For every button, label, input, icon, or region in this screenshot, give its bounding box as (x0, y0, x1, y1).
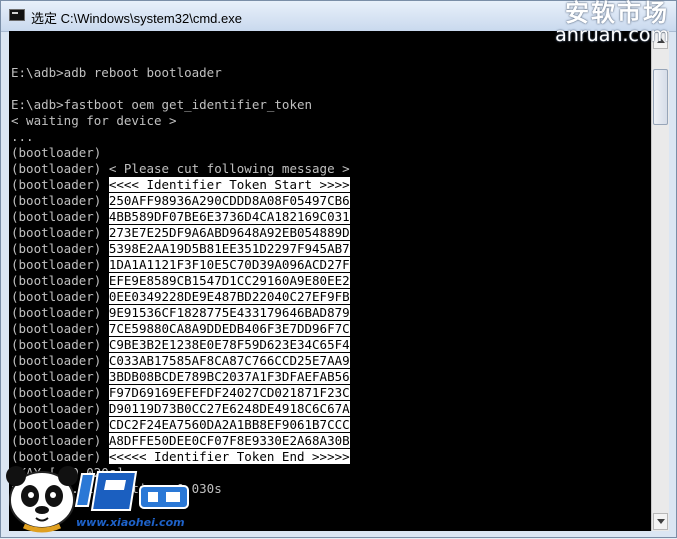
watermark-anruan-en: anruan.com (555, 24, 669, 46)
console-line: ... (11, 129, 350, 145)
console-line-text: < Please cut following message > (108, 161, 350, 176)
console-line-selected-text: EFE9E8589CB1547D1CC29160A9E80EE2 (108, 273, 350, 288)
watermark-url: www.xiaohei.com (76, 516, 185, 529)
console-line-selected-text: 250AFF98936A290CDDD8A08F05497CB6 (108, 193, 350, 208)
console-line-selected-text: <<<< Identifier Token Start >>>> (108, 177, 350, 192)
console-line: (bootloader) <<<< Identifier Token Start… (11, 177, 350, 193)
console-line-prefix: (bootloader) (11, 193, 109, 208)
console-line: (bootloader) F97D69169EFEFDF24027CD02187… (11, 385, 350, 401)
scrollbar-thumb[interactable] (653, 69, 668, 125)
console-line: (bootloader) 5398E2AA19D5B81EE351D2297F9… (11, 241, 350, 257)
console-line-selected-text: 4BB589DF07BE6E3736D4CA182169C031 (108, 209, 350, 224)
console-line-selected-text: 0EE0349228DE9E487BD22040C27EF9FB (108, 289, 350, 304)
console-line-prefix: (bootloader) (11, 369, 109, 384)
console-output: E:\adb>adb reboot bootloader E:\adb>fastb… (11, 49, 350, 497)
console-line-prefix: (bootloader) (11, 417, 109, 432)
console-line-selected-text: 9E91536CF1828775E433179646BAD879 (108, 305, 350, 320)
console-line-prefix: (bootloader) (11, 273, 109, 288)
console-line-prefix: (bootloader) (11, 225, 109, 240)
console-line-prefix: (bootloader) (11, 337, 109, 352)
console-line: (bootloader) 0EE0349228DE9E487BD22040C27… (11, 289, 350, 305)
console-line: (bootloader) < Please cut following mess… (11, 161, 350, 177)
watermark-anruan-cn: 安软市场 (565, 0, 669, 27)
console-line-prefix: (bootloader) (11, 161, 109, 176)
console-line: (bootloader) D90119D73B0CC27E6248DE4918C… (11, 401, 350, 417)
console-line-selected-text: C9BE3B2E1238E0E78F59D623E34C65F4 (108, 337, 350, 352)
console-line: (bootloader) <<<<< Identifier Token End … (11, 449, 350, 465)
console-area[interactable]: E:\adb>adb reboot bootloader E:\adb>fastb… (9, 31, 651, 531)
console-line-prefix: (bootloader) (11, 449, 109, 464)
console-line-text: E:\adb>fastboot oem get_identifier_token (11, 97, 313, 112)
console-line-selected-text: 7CE59880CA8A9DDEDB406F3E7DD96F7C (108, 321, 350, 336)
cmd-icon[interactable] (9, 9, 25, 21)
console-line: (bootloader) C033AB17585AF8CA87C766CCD25… (11, 353, 350, 369)
console-line-prefix: (bootloader) (11, 433, 109, 448)
console-line: (bootloader) A8DFFE50DEE0CF07F8E9330E2A6… (11, 433, 350, 449)
console-line-selected-text: F97D69169EFEFDF24027CD021871F23C (108, 385, 350, 400)
console-line-prefix: (bootloader) (11, 289, 109, 304)
console-line: (bootloader) 7CE59880CA8A9DDEDB406F3E7DD… (11, 321, 350, 337)
console-line-prefix: (bootloader) (11, 401, 109, 416)
console-line-prefix: (bootloader) (11, 209, 109, 224)
console-line: (bootloader) C9BE3B2E1238E0E78F59D623E34… (11, 337, 350, 353)
console-line-text: E:\adb>adb reboot bootloader (11, 65, 222, 80)
console-line-prefix: (bootloader) (11, 305, 109, 320)
vertical-scrollbar[interactable] (651, 31, 669, 531)
console-line: (bootloader) 3BDB08BCDE789BC2037A1F3DFAE… (11, 369, 350, 385)
window-title: 选定 C:\Windows\system32\cmd.exe (31, 11, 242, 26)
console-line-selected-text: 5398E2AA19D5B81EE351D2297F945AB7 (108, 241, 350, 256)
console-line: (bootloader) (11, 145, 350, 161)
console-line-prefix: (bootloader) (11, 241, 109, 256)
console-line: E:\adb>adb reboot bootloader (11, 65, 350, 81)
console-line: (bootloader) 9E91536CF1828775E433179646B… (11, 305, 350, 321)
console-line-prefix: (bootloader) (11, 177, 109, 192)
console-line: E:\adb>fastboot oem get_identifier_token (11, 97, 350, 113)
console-line: (bootloader) EFE9E8589CB1547D1CC29160A9E… (11, 273, 350, 289)
console-line-selected-text: 1DA1A1121F3F10E5C70D39A096ACD27F (108, 257, 350, 272)
watermark-anruan: 安软市场 anruan.com (555, 0, 669, 46)
console-line: (bootloader) 250AFF98936A290CDDD8A08F054… (11, 193, 350, 209)
console-line-selected-text: C033AB17585AF8CA87C766CCD25E7AA9 (108, 353, 350, 368)
console-line-selected-text: A8DFFE50DEE0CF07F8E9330E2A68A30B (108, 433, 350, 448)
console-line-selected-text: D90119D73B0CC27E6248DE4918C6C67A (108, 401, 350, 416)
console-line-text: ... (11, 129, 34, 144)
console-line-selected-text: 3BDB08BCDE789BC2037A1F3DFAEFAB56 (108, 369, 350, 384)
cmd-window: 选定 C:\Windows\system32\cmd.exe E:\adb>ad… (0, 0, 677, 538)
console-line-text: (bootloader) (11, 145, 102, 160)
console-line: < waiting for device > (11, 113, 350, 129)
console-line-prefix: (bootloader) (11, 353, 109, 368)
console-line-text: < waiting for device > (11, 113, 177, 128)
console-line: (bootloader) 4BB589DF07BE6E3736D4CA18216… (11, 209, 350, 225)
console-line-prefix: (bootloader) (11, 321, 109, 336)
console-line-prefix: (bootloader) (11, 385, 109, 400)
console-line-selected-text: <<<<< Identifier Token End >>>>> (108, 449, 350, 464)
console-line: (bootloader) 273E7E25DF9A6ABD9648A92EB05… (11, 225, 350, 241)
console-line-prefix: (bootloader) (11, 257, 109, 272)
console-line-selected-text: CDC2F24EA7560DA2A1BB8EF9061B7CCC (108, 417, 350, 432)
console-line-selected-text: 273E7E25DF9A6ABD9648A92EB054889D (108, 225, 350, 240)
xiaohei-logo: www.xiaohei.com (2, 466, 198, 534)
console-line: (bootloader) CDC2F24EA7560DA2A1BB8EF9061… (11, 417, 350, 433)
scroll-down-arrow-icon[interactable] (653, 513, 668, 530)
console-line: (bootloader) 1DA1A1121F3F10E5C70D39A096A… (11, 257, 350, 273)
